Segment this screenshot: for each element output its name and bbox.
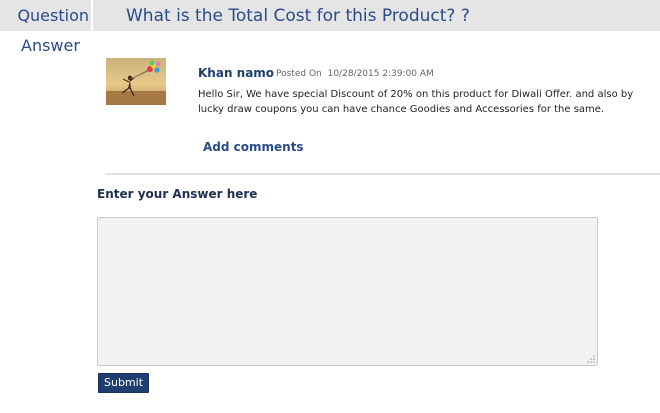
question-label: Question — [0, 0, 93, 31]
answer-author: Khan namo — [198, 66, 275, 80]
posted-on-label: Posted On — [276, 69, 322, 79]
answer-textarea[interactable] — [97, 217, 598, 366]
add-comments-link[interactable]: Add comments — [203, 140, 304, 154]
avatar — [106, 58, 166, 105]
avatar-image — [106, 58, 166, 105]
resize-grip-icon[interactable] — [586, 354, 596, 364]
answer-posted-info: Posted On 10/28/2015 2:39:00 AM — [276, 68, 434, 80]
answer-body: Hello Sir, We have special Discount of 2… — [198, 89, 634, 115]
answer-label: Answer — [21, 36, 80, 55]
answer-divider — [105, 173, 660, 175]
posted-date: 10/28/2015 2:39:00 AM — [327, 69, 434, 79]
answer-form-prompt: Enter your Answer here — [97, 187, 258, 201]
question-text: What is the Total Cost for this Product?… — [126, 6, 470, 26]
submit-button[interactable]: Submit — [98, 373, 150, 393]
